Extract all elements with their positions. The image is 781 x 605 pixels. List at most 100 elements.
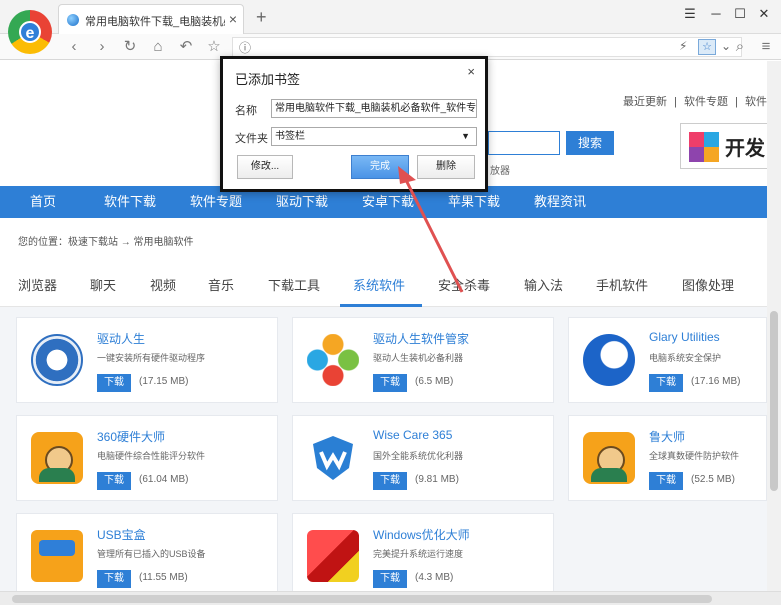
back-icon[interactable]: ‹ — [64, 37, 84, 57]
software-desc: 管理所有已插入的USB设备 — [97, 549, 206, 559]
software-name[interactable]: 360硬件大师 — [97, 428, 165, 445]
search-input[interactable] — [488, 131, 560, 155]
tab-input-method[interactable]: 输入法 — [524, 275, 563, 294]
separator: | — [735, 96, 738, 108]
tab-music[interactable]: 音乐 — [208, 275, 234, 294]
software-desc: 完美提升系统运行速度 — [373, 549, 464, 559]
software-card[interactable]: Wise Care 365 国外全能系统优化利器 下载 (9.81 MB) — [292, 415, 554, 501]
bookmark-name-field[interactable]: 常用电脑软件下载_电脑装机必备软件_软件专 — [271, 99, 477, 118]
software-name[interactable]: Wise Care 365 — [373, 428, 452, 442]
new-tab-button[interactable]: + — [256, 7, 267, 28]
tab-browser[interactable]: 浏览器 — [18, 275, 57, 294]
software-name[interactable]: Glary Utilities — [649, 330, 720, 344]
address-bar[interactable]: ⓘ ⚡ ☆ ⌄ — [232, 37, 742, 57]
glary-icon — [583, 334, 635, 386]
bookmark-star-icon[interactable]: ☆ — [204, 37, 224, 57]
search-icon[interactable]: ⌕ — [730, 37, 750, 57]
tab-mobile-software[interactable]: 手机软件 — [596, 275, 648, 294]
refresh-icon[interactable]: ↻ — [120, 37, 140, 57]
face-icon — [583, 432, 635, 484]
scroll-thumb[interactable] — [12, 595, 712, 603]
browser-tab[interactable]: 常用电脑软件下载_电脑装机必备 × — [58, 4, 244, 34]
software-grid: 驱动人生 一键安装所有硬件驱动程序 下载 (17.15 MB) 驱动人生软件管家… — [0, 307, 781, 605]
modify-button[interactable]: 修改... — [237, 155, 293, 179]
home-icon[interactable]: ⌂ — [148, 37, 168, 57]
delete-button[interactable]: 删除 — [417, 155, 475, 179]
tab-download-tools[interactable]: 下载工具 — [268, 275, 320, 294]
done-button[interactable]: 完成 — [351, 155, 409, 179]
undo-icon[interactable]: ↶ — [176, 37, 196, 57]
category-tabs: 浏览器 聊天 视频 音乐 下载工具 系统软件 安全杀毒 输入法 手机软件 图像处… — [0, 261, 781, 307]
software-name[interactable]: Windows优化大师 — [373, 526, 470, 543]
dialog-title: 已添加书签 — [235, 72, 301, 87]
software-name[interactable]: 驱动人生 — [97, 330, 145, 347]
file-size: (17.15 MB) — [139, 376, 189, 387]
software-desc: 驱动人生装机必备利器 — [373, 353, 464, 363]
download-button[interactable]: 下载 — [373, 570, 407, 588]
gear-icon — [31, 334, 83, 386]
minimize-button[interactable]: ─ — [706, 6, 726, 21]
download-button[interactable]: 下载 — [97, 570, 131, 588]
tab-chat[interactable]: 聊天 — [90, 275, 116, 294]
file-size: (6.5 MB) — [415, 376, 454, 387]
tab-video[interactable]: 视频 — [150, 275, 176, 294]
menu-icon[interactable]: ☰ — [680, 6, 700, 22]
download-button[interactable]: 下载 — [649, 374, 683, 392]
forward-icon[interactable]: › — [92, 37, 112, 57]
download-button[interactable]: 下载 — [97, 472, 131, 490]
software-desc: 全球真数硬件防护软件 — [649, 451, 740, 461]
tab-system-software[interactable]: 系统软件 — [353, 275, 405, 294]
separator: | — [674, 96, 677, 108]
software-desc: 电脑硬件综合性能评分软件 — [97, 451, 206, 461]
download-button[interactable]: 下载 — [649, 472, 683, 490]
link-software[interactable]: 软件 — [745, 96, 767, 108]
file-size: (52.5 MB) — [691, 474, 735, 485]
close-icon[interactable]: × — [467, 64, 475, 79]
software-card[interactable]: 360硬件大师 电脑硬件综合性能评分软件 下载 (61.04 MB) — [16, 415, 278, 501]
software-card[interactable]: 鲁大师 全球真数硬件防护软件 下载 (52.5 MB) — [568, 415, 767, 501]
download-button[interactable]: 下载 — [373, 472, 407, 490]
software-desc: 一键安装所有硬件驱动程序 — [97, 353, 206, 363]
nav-home[interactable]: 首页 — [30, 186, 56, 218]
file-size: (61.04 MB) — [139, 474, 189, 485]
tab-image-processing[interactable]: 图像处理 — [682, 275, 734, 294]
search-button[interactable]: 搜索 — [566, 131, 614, 155]
file-size: (11.55 MB) — [139, 572, 188, 583]
tab-security[interactable]: 安全杀毒 — [438, 275, 490, 294]
download-button[interactable]: 下载 — [97, 374, 131, 392]
software-card[interactable]: 驱动人生 一键安装所有硬件驱动程序 下载 (17.15 MB) — [16, 317, 278, 403]
cube-icon — [307, 530, 359, 582]
vertical-scrollbar[interactable] — [767, 61, 781, 591]
software-card[interactable]: Glary Utilities 电脑系统安全保护 下载 (17.16 MB) — [568, 317, 767, 403]
software-name[interactable]: 驱动人生软件管家 — [373, 330, 469, 347]
file-size: (17.16 MB) — [691, 376, 741, 387]
link-topics[interactable]: 软件专题 — [684, 96, 728, 108]
nav-software-download[interactable]: 软件下载 — [104, 186, 156, 218]
scroll-thumb[interactable] — [770, 311, 778, 491]
horizontal-scrollbar[interactable] — [0, 591, 781, 605]
close-window-button[interactable]: ✕ — [754, 6, 774, 22]
link-recent[interactable]: 最近更新 — [623, 96, 667, 108]
software-card[interactable]: Windows优化大师 完美提升系统运行速度 下载 (4.3 MB) — [292, 513, 554, 599]
brand-banner[interactable]: 开发 — [680, 123, 781, 169]
hamburger-menu-icon[interactable]: ≡ — [756, 37, 776, 57]
bookmark-dialog: 已添加书签 × 名称 常用电脑软件下载_电脑装机必备软件_软件专 文件夹 书签栏… — [220, 56, 488, 192]
software-name[interactable]: USB宝盒 — [97, 526, 146, 543]
nav-tutorials[interactable]: 教程资讯 — [534, 186, 586, 218]
software-card[interactable]: 驱动人生软件管家 驱动人生装机必备利器 下载 (6.5 MB) — [292, 317, 554, 403]
file-size: (9.81 MB) — [415, 474, 459, 485]
download-button[interactable]: 下载 — [373, 374, 407, 392]
folder-label: 文件夹 — [235, 133, 268, 145]
hot-search-text[interactable]: 放器 — [490, 162, 510, 177]
browser-logo-icon: e — [8, 10, 52, 54]
tab-close-icon[interactable]: × — [229, 11, 237, 27]
software-card[interactable]: USB宝盒 管理所有已插入的USB设备 下载 (11.55 MB) — [16, 513, 278, 599]
software-desc: 电脑系统安全保护 — [649, 353, 722, 363]
lightning-icon[interactable]: ⚡ — [679, 39, 687, 53]
maximize-button[interactable]: ☐ — [730, 6, 750, 22]
site-info-icon[interactable]: ⓘ — [239, 39, 251, 56]
software-name[interactable]: 鲁大师 — [649, 428, 685, 445]
bookmark-active-star-icon[interactable]: ☆ — [698, 39, 716, 55]
brand-text: 开发 — [725, 138, 765, 160]
folder-select[interactable]: 书签栏 ▼ — [271, 127, 477, 146]
